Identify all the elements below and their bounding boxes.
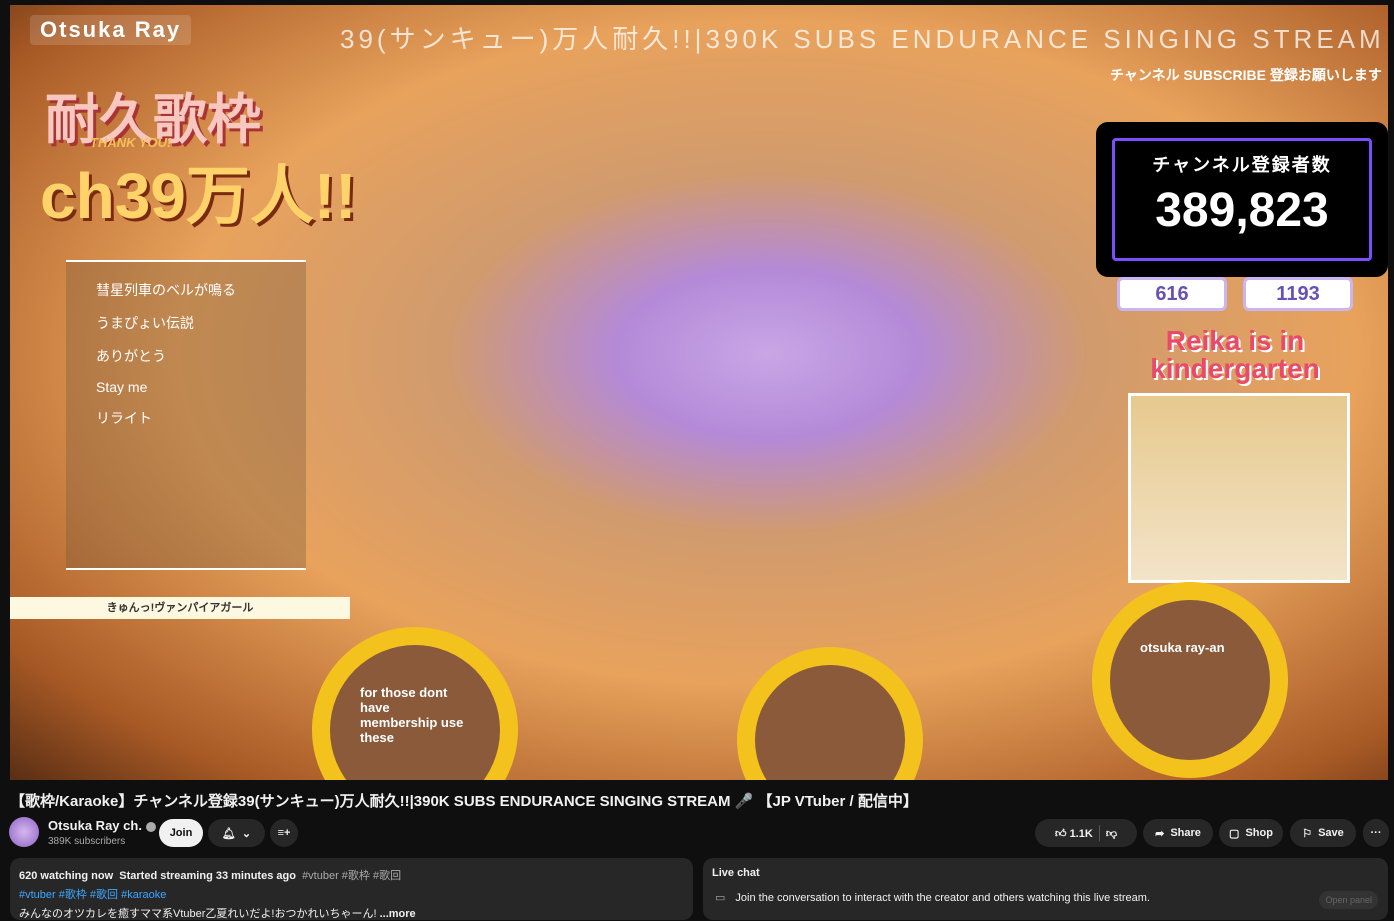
divider [1098, 825, 1100, 841]
subscribe-prompt: チャンネル SUBSCRIBE 登録お願いします [1110, 67, 1382, 83]
bookmark-icon: ⚐ [1302, 827, 1313, 840]
viewer-count: 616 [1117, 277, 1227, 311]
more-actions-button[interactable]: ··· [1363, 819, 1389, 847]
more-link[interactable]: ...more [380, 908, 416, 920]
setlist-item: リライト [96, 410, 152, 426]
shop-label: Shop [1245, 827, 1273, 839]
setlist-item: 彗星列車のベルが鳴る [96, 282, 236, 298]
thumbs-up-icon: 👍︎ [1055, 827, 1067, 840]
notification-button[interactable]: 🔔︎ ⌄ [208, 819, 265, 847]
setlist-item: うまぴょい伝説 [96, 315, 194, 331]
description-panel[interactable]: 620 watching now Started streaming 33 mi… [10, 858, 693, 920]
like-dislike-group: 👍︎ 1.1K 👎︎ [1035, 819, 1137, 847]
channel-avatar[interactable] [9, 817, 39, 847]
milestone-overlay: ch39万人!! [40, 160, 357, 232]
channel-banner: Otsuka Ray [30, 15, 192, 45]
subscriber-count: 389,823 [1155, 184, 1329, 237]
setlist: 彗星列車のベルが鳴る うまぴょい伝説 ありがとう Stay me リライト [66, 260, 306, 570]
watching-count: 620 watching now [19, 870, 114, 882]
share-label: Share [1170, 827, 1201, 839]
like-button[interactable]: 👍︎ 1.1K [1055, 827, 1093, 840]
channel-name[interactable]: Otsuka Ray ch. [48, 818, 142, 833]
shop-button[interactable]: ▢ Shop [1219, 819, 1283, 847]
description-text: みんなのオツカレを癒すママ系Vtuber乙夏れいだよ!おつかれいちゃーん! [19, 908, 377, 920]
live-chat-message: Join the conversation to interact with t… [735, 891, 1150, 904]
open-panel-button[interactable]: Open panel [1319, 891, 1378, 909]
join-button[interactable]: Join [159, 819, 203, 847]
subscriber-label: チャンネル登録者数 [1152, 155, 1332, 175]
inline-tags[interactable]: #vtuber #歌枠 #歌回 [302, 870, 401, 882]
reika-caption: Reika is in kindergarten [1150, 325, 1320, 384]
subscriber-counter: チャンネル登録者数 389,823 [1096, 122, 1388, 277]
share-button[interactable]: ➦ Share [1143, 819, 1213, 847]
subscriber-count-text: 389K subscribers [48, 836, 126, 847]
thumbs-down-icon: 👎︎ [1105, 827, 1117, 840]
scrolling-title: 39(サンキュー)万人耐久!!|390K SUBS ENDURANCE SING… [340, 24, 1385, 54]
setlist-item: Stay me [96, 379, 148, 395]
live-chat-heading: Live chat [712, 867, 760, 879]
bell-icon: 🔔︎ [221, 827, 236, 840]
channel-name-row[interactable]: Otsuka Ray ch. [48, 818, 156, 833]
sunflower-text: for those dont have membership use these [330, 645, 500, 780]
shopping-bag-icon: ▢ [1229, 827, 1240, 840]
share-icon: ➦ [1155, 827, 1165, 840]
verified-icon [145, 821, 156, 832]
setlist-item: ありがとう [96, 348, 166, 364]
add-to-queue-button[interactable]: ≡+ [270, 819, 298, 847]
hashtags[interactable]: #vtuber #歌枠 #歌回 #karaoke [19, 886, 684, 902]
chat-icon: ▭ [715, 892, 726, 904]
dislike-button[interactable]: 👎︎ [1106, 827, 1117, 840]
like-count-overlay: 1193 [1243, 277, 1353, 311]
like-count: 1.1K [1069, 827, 1093, 840]
video-player[interactable]: Otsuka Ray 39(サンキュー)万人耐久!!|390K SUBS END… [10, 5, 1388, 780]
sunflower [755, 665, 905, 780]
chevron-down-icon: ⌄ [241, 827, 252, 840]
playlist-add-icon: ≡+ [277, 827, 291, 839]
sunflower-text-2: otsuka ray-an [1110, 600, 1270, 760]
video-title: 【歌枠/Karaoke】チャンネル登録39(サンキュー)万人耐久!!|390K … [10, 793, 918, 810]
stream-start: Started streaming 33 minutes ago [119, 870, 296, 882]
save-label: Save [1318, 827, 1344, 839]
save-button[interactable]: ⚐ Save [1290, 819, 1356, 847]
camera-panel [1128, 393, 1350, 583]
live-chat-panel: Live chat ▭ Join the conversation to inte… [703, 858, 1388, 920]
now-playing: きゅんっ!ヴァンパイアガール [10, 597, 350, 619]
